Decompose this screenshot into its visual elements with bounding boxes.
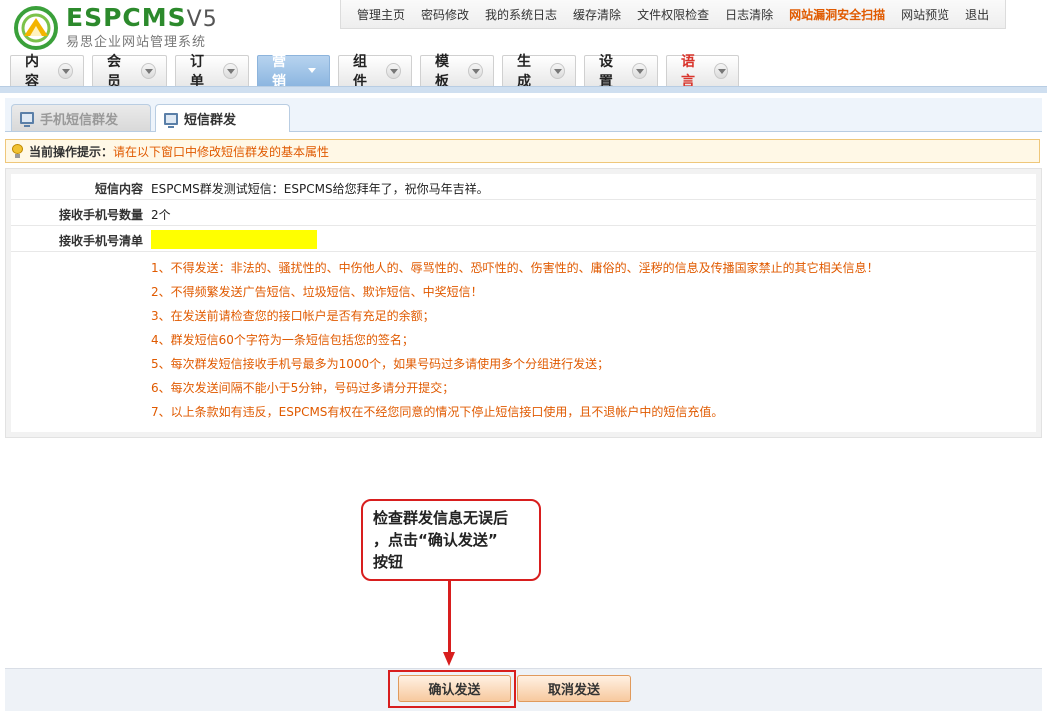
sms-form: 短信内容 ESPCMS群发测试短信：ESPCMS给您拜年了，祝你马年吉祥。 接收… [11, 174, 1036, 432]
arrow-down-icon [448, 581, 451, 656]
main-nav: 内容 会员 订单 营销 组件 模板 生成 设置 语言 [10, 54, 747, 90]
chevron-down-icon [58, 63, 73, 79]
chevron-down-icon [468, 63, 483, 79]
nav-marketing[interactable]: 营销 [257, 54, 330, 90]
logo-wordmark: ESPCMSV5 [66, 3, 218, 33]
rule-item: 5、每次群发短信接收手机号最多为1000个，如果号码过多请使用多个分组进行发送； [151, 357, 610, 371]
rule-item: 7、以上条款如有违反，ESPCMS有权在不经您同意的情况下停止短信接口使用，且不… [151, 405, 724, 419]
nav-label: 设置 [599, 54, 613, 90]
logo-mark-icon [14, 6, 58, 50]
link-my-system-log[interactable]: 我的系统日志 [485, 6, 557, 23]
nav-label: 组件 [353, 54, 367, 90]
recipient-count-label: 接收手机号数量 [58, 208, 143, 222]
nav-orders[interactable]: 订单 [175, 54, 249, 90]
arrow-head-icon [443, 652, 455, 666]
nav-label: 内容 [25, 54, 39, 90]
rule-item: 4、群发短信60个字符为一条短信包括您的签名； [151, 333, 414, 347]
chevron-down-icon [550, 63, 565, 79]
sms-content-label: 短信内容 [94, 182, 143, 196]
nav-settings[interactable]: 设置 [584, 54, 658, 90]
link-change-password[interactable]: 密码修改 [421, 6, 469, 23]
sms-form-panel: 短信内容 ESPCMS群发测试短信：ESPCMS给您拜年了，祝你马年吉祥。 接收… [5, 168, 1042, 438]
lightbulb-icon [12, 144, 23, 158]
hint-label: 当前操作提示： [29, 144, 114, 159]
chevron-down-icon [141, 63, 156, 79]
nav-label: 语言 [681, 54, 695, 90]
recipient-list-highlighted[interactable] [151, 230, 317, 249]
row-recipient-list: 接收手机号清单 [11, 226, 1036, 252]
callout-text: 检查群发信息无误后 ，点击“确认发送” 按钮 [373, 509, 509, 571]
nav-label: 营销 [272, 54, 286, 90]
logo-subtitle: 易思企业网站管理系统 [66, 35, 207, 50]
sms-rules-list: 1、不得发送：非法的、骚扰性的、中伤他人的、辱骂性的、恐吓性的、伤害性的、庸俗的… [151, 256, 879, 424]
nav-members[interactable]: 会员 [92, 54, 167, 90]
nav-language[interactable]: 语言 [666, 54, 739, 90]
instruction-callout: 检查群发信息无误后 ，点击“确认发送” 按钮 [361, 499, 541, 581]
monitor-icon [164, 112, 178, 128]
nav-content[interactable]: 内容 [10, 54, 84, 90]
link-site-preview[interactable]: 网站预览 [901, 6, 949, 23]
recipient-list-label: 接收手机号清单 [58, 234, 143, 248]
recipient-count-value: 2个 [151, 208, 171, 222]
logo: ESPCMSV5 易思企业网站管理系统 [10, 4, 230, 50]
monitor-icon [20, 112, 34, 127]
sms-content-value: ESPCMS群发测试短信：ESPCMS给您拜年了，祝你马年吉祥。 [151, 182, 489, 196]
link-logout[interactable]: 退出 [965, 6, 989, 23]
nav-templates[interactable]: 模板 [420, 54, 494, 90]
chevron-down-icon [632, 63, 647, 79]
link-file-permission-check[interactable]: 文件权限检查 [637, 6, 709, 23]
confirm-send-button[interactable]: 确认发送 [398, 675, 511, 702]
hint-text: 请在以下窗口中修改短信群发的基本属性 [113, 144, 330, 159]
chevron-down-icon [713, 63, 728, 79]
tab-label: 手机短信群发 [40, 112, 119, 128]
link-clear-logs[interactable]: 日志清除 [725, 6, 773, 23]
link-admin-home[interactable]: 管理主页 [357, 6, 405, 23]
nav-components[interactable]: 组件 [338, 54, 412, 90]
nav-generate[interactable]: 生成 [502, 54, 576, 90]
nav-divider [0, 86, 1047, 93]
link-security-scan[interactable]: 网站漏洞安全扫描 [789, 6, 885, 23]
cancel-send-button[interactable]: 取消发送 [517, 675, 631, 702]
rule-item: 1、不得发送：非法的、骚扰性的、中伤他人的、辱骂性的、恐吓性的、伤害性的、庸俗的… [151, 261, 879, 275]
nav-label: 模板 [435, 54, 449, 90]
chevron-down-icon [305, 63, 319, 79]
operation-hint: 当前操作提示： 请在以下窗口中修改短信群发的基本属性 [5, 139, 1040, 163]
link-clear-cache[interactable]: 缓存清除 [573, 6, 621, 23]
rule-item: 6、每次发送间隔不能小于5分钟，号码过多请分开提交； [151, 381, 455, 395]
row-recipient-count: 接收手机号数量 2个 [11, 200, 1036, 226]
rule-item: 3、在发送前请检查您的接口帐户是否有充足的余额； [151, 309, 435, 323]
nav-label: 生成 [517, 54, 531, 90]
chevron-down-icon [386, 63, 401, 79]
nav-label: 会员 [107, 54, 121, 90]
tab-sms-broadcast[interactable]: 短信群发 [155, 104, 290, 132]
row-sms-content: 短信内容 ESPCMS群发测试短信：ESPCMS给您拜年了，祝你马年吉祥。 [11, 174, 1036, 200]
top-links-bar: 管理主页 密码修改 我的系统日志 缓存清除 文件权限检查 日志清除 网站漏洞安全… [340, 0, 1007, 29]
tab-mobile-sms-broadcast[interactable]: 手机短信群发 [11, 104, 151, 131]
tab-label: 短信群发 [184, 113, 237, 128]
subtabs-bar: 手机短信群发 短信群发 [5, 98, 1042, 132]
rule-item: 2、不得频繁发送广告短信、垃圾短信、欺诈短信、中奖短信！ [151, 285, 483, 299]
chevron-down-icon [223, 63, 238, 79]
nav-label: 订单 [190, 54, 204, 90]
